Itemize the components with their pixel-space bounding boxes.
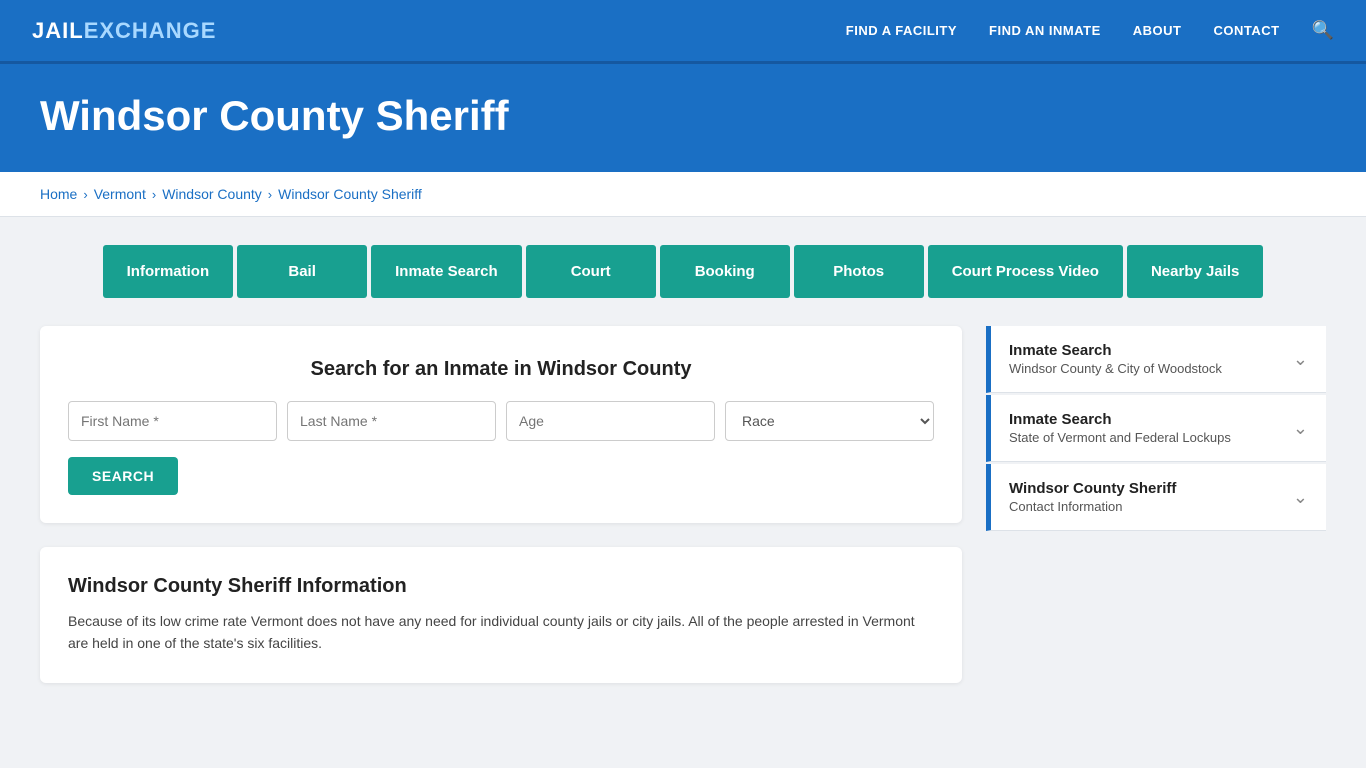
chevron-down-icon-2: ⌄	[1293, 418, 1308, 439]
info-card-title: Windsor County Sheriff Information	[68, 575, 934, 598]
search-icon-button[interactable]: 🔍	[1312, 20, 1334, 41]
last-name-input[interactable]	[287, 401, 496, 441]
navbar: JAILEXCHANGE FIND A FACILITY FIND AN INM…	[0, 0, 1366, 64]
tabs-container: Information Bail Inmate Search Court Boo…	[40, 245, 1326, 298]
breadcrumb-vermont[interactable]: Vermont	[94, 186, 146, 202]
site-logo[interactable]: JAILEXCHANGE	[32, 18, 216, 44]
breadcrumb: Home › Vermont › Windsor County › Windso…	[40, 186, 1326, 202]
chevron-down-icon-3: ⌄	[1293, 487, 1308, 508]
breadcrumb-sep-1: ›	[83, 187, 87, 202]
info-card: Windsor County Sheriff Information Becau…	[40, 547, 962, 683]
sidebar-item-contact-title: Windsor County Sheriff	[1009, 480, 1176, 497]
tab-information[interactable]: Information	[103, 245, 234, 298]
race-select[interactable]: Race White Black Hispanic Asian Other	[725, 401, 934, 441]
nav-about[interactable]: ABOUT	[1133, 23, 1182, 38]
first-name-input[interactable]	[68, 401, 277, 441]
sidebar-item-county-inmate-search[interactable]: Inmate Search Windsor County & City of W…	[986, 326, 1326, 393]
sidebar-item-state-inmate-search[interactable]: Inmate Search State of Vermont and Feder…	[986, 395, 1326, 462]
search-fields: Race White Black Hispanic Asian Other	[68, 401, 934, 441]
chevron-down-icon: ⌄	[1293, 349, 1308, 370]
hero-section: Windsor County Sheriff	[0, 64, 1366, 172]
tab-photos[interactable]: Photos	[794, 245, 924, 298]
main-column: Search for an Inmate in Windsor County R…	[40, 326, 962, 683]
sidebar-item-contact-subtitle: Contact Information	[1009, 499, 1176, 514]
nav-find-inmate[interactable]: FIND AN INMATE	[989, 23, 1101, 38]
logo-exchange: EXCHANGE	[84, 18, 217, 43]
breadcrumb-bar: Home › Vermont › Windsor County › Windso…	[0, 172, 1366, 217]
sidebar-item-contact-info[interactable]: Windsor County Sheriff Contact Informati…	[986, 464, 1326, 531]
page-title: Windsor County Sheriff	[40, 92, 1326, 140]
inmate-search-card: Search for an Inmate in Windsor County R…	[40, 326, 962, 523]
main-sidebar: Search for an Inmate in Windsor County R…	[40, 326, 1326, 683]
nav-contact[interactable]: CONTACT	[1213, 23, 1279, 38]
sidebar-item-county-subtitle: Windsor County & City of Woodstock	[1009, 361, 1222, 376]
breadcrumb-sep-3: ›	[268, 187, 272, 202]
age-input[interactable]	[506, 401, 715, 441]
sidebar-item-contact-text: Windsor County Sheriff Contact Informati…	[1009, 480, 1176, 514]
sidebar-item-state-subtitle: State of Vermont and Federal Lockups	[1009, 430, 1231, 445]
search-button[interactable]: SEARCH	[68, 457, 178, 495]
sidebar-item-state-title: Inmate Search	[1009, 411, 1231, 428]
tab-nearby-jails[interactable]: Nearby Jails	[1127, 245, 1263, 298]
tab-booking[interactable]: Booking	[660, 245, 790, 298]
sidebar-item-county-text: Inmate Search Windsor County & City of W…	[1009, 342, 1222, 376]
tab-inmate-search[interactable]: Inmate Search	[371, 245, 522, 298]
breadcrumb-sheriff[interactable]: Windsor County Sheriff	[278, 186, 422, 202]
sidebar: Inmate Search Windsor County & City of W…	[986, 326, 1326, 531]
tab-bail[interactable]: Bail	[237, 245, 367, 298]
logo-jail: JAIL	[32, 18, 84, 43]
sidebar-item-state-text: Inmate Search State of Vermont and Feder…	[1009, 411, 1231, 445]
breadcrumb-sep-2: ›	[152, 187, 156, 202]
tab-court-process-video[interactable]: Court Process Video	[928, 245, 1123, 298]
tab-court[interactable]: Court	[526, 245, 656, 298]
nav-links: FIND A FACILITY FIND AN INMATE ABOUT CON…	[846, 20, 1334, 41]
info-card-body: Because of its low crime rate Vermont do…	[68, 610, 934, 655]
breadcrumb-home[interactable]: Home	[40, 186, 77, 202]
breadcrumb-windsor[interactable]: Windsor County	[162, 186, 262, 202]
nav-find-facility[interactable]: FIND A FACILITY	[846, 23, 957, 38]
sidebar-item-county-title: Inmate Search	[1009, 342, 1222, 359]
search-card-title: Search for an Inmate in Windsor County	[68, 358, 934, 381]
content-area: Information Bail Inmate Search Court Boo…	[0, 217, 1366, 723]
